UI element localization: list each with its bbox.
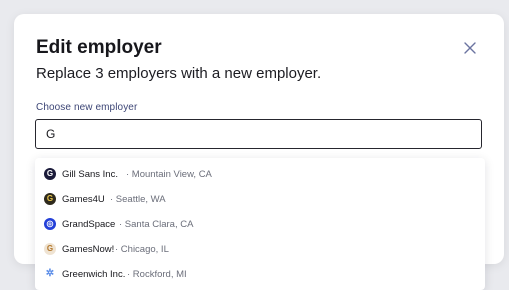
option-greenwich[interactable]: ✲ Greenwich Inc. · Rockford, MI — [35, 262, 485, 287]
option-location: · Seattle, WA — [110, 194, 166, 205]
modal-subtitle: Replace 3 employers with a new employer. — [36, 65, 322, 82]
option-name: Gill Sans Inc. — [62, 169, 118, 180]
option-location: · Santa Clara, CA — [119, 219, 194, 230]
option-location: · Rockford, MI — [127, 269, 187, 280]
option-location: · Chicago, IL — [115, 244, 169, 255]
option-name: Greenwich Inc. — [62, 269, 126, 280]
option-games4u[interactable]: G Games4U · Seattle, WA — [35, 187, 485, 212]
option-gill-sans[interactable]: G Gill Sans Inc. · Mountain View, CA — [35, 162, 485, 187]
option-name: GrandSpace — [62, 219, 116, 230]
modal-title: Edit employer — [36, 37, 162, 58]
field-label: Choose new employer — [36, 102, 138, 113]
option-location: · Mountain View, CA — [126, 169, 212, 180]
greenwich-logo-icon: ✲ — [44, 268, 56, 280]
option-grandspace[interactable]: ◎ GrandSpace · Santa Clara, CA — [35, 212, 485, 237]
option-name: Games4U — [62, 194, 105, 205]
option-gamesnow[interactable]: G GamesNow! · Chicago, IL — [35, 237, 485, 262]
games4u-logo-icon: G — [44, 193, 56, 205]
gamesnow-logo-icon: G — [44, 243, 56, 255]
employer-dropdown: G Gill Sans Inc. · Mountain View, CA G G… — [35, 158, 485, 290]
grandspace-logo-icon: ◎ — [44, 218, 56, 230]
gill-sans-logo-icon: G — [44, 168, 56, 180]
option-name: GamesNow! — [62, 244, 115, 255]
employer-search-input[interactable] — [35, 119, 482, 149]
close-icon[interactable] — [461, 39, 479, 57]
